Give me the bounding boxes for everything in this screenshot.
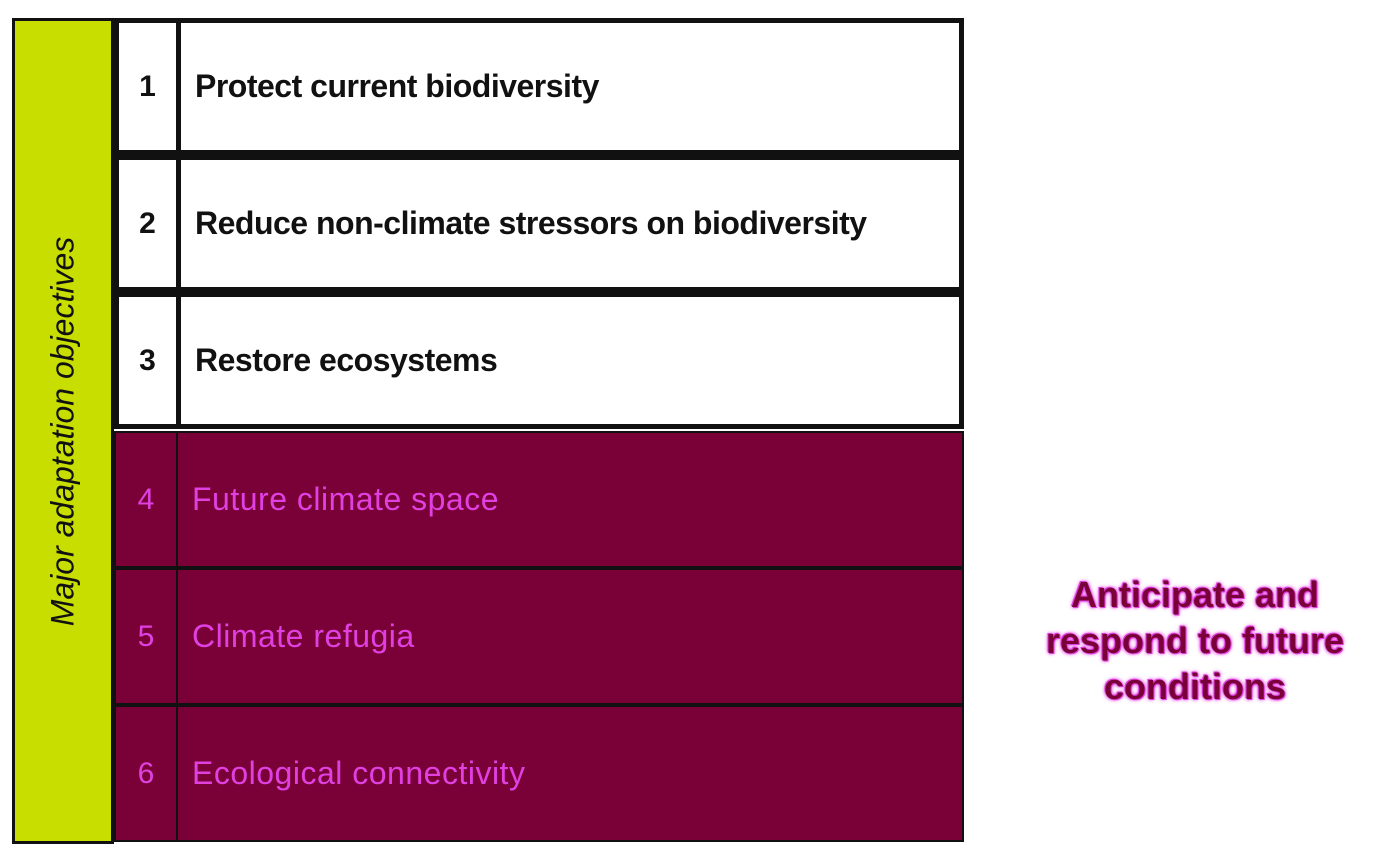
anticipate-callout: Anticipate and respond to future conditi… <box>1046 574 1344 707</box>
objectives-table: 1 Protect current biodiversity 2 Reduce … <box>114 18 964 844</box>
side-label: Major adaptation objectives <box>44 236 81 626</box>
objective-number: 5 <box>116 570 178 703</box>
objective-number: 3 <box>119 297 181 424</box>
objective-row-6: 6 Ecological connectivity <box>114 705 964 842</box>
objective-row-3: 3 Restore ecosystems <box>114 292 964 429</box>
objectives-side-bar: Major adaptation objectives <box>12 18 114 844</box>
objective-label: Ecological connectivity <box>192 755 526 791</box>
objective-number: 1 <box>119 23 181 150</box>
objective-number: 4 <box>116 433 178 566</box>
objective-label: Climate refugia <box>192 618 415 654</box>
objective-number: 2 <box>119 160 181 287</box>
objective-row-2: 2 Reduce non-climate stressors on biodiv… <box>114 155 964 292</box>
objective-label: Protect current biodiversity <box>195 68 599 104</box>
objective-label: Reduce non-climate stressors on biodiver… <box>195 205 867 241</box>
objective-row-5: 5 Climate refugia <box>114 568 964 705</box>
objective-row-1: 1 Protect current biodiversity <box>114 18 964 155</box>
objective-label: Future climate space <box>192 481 500 517</box>
objective-row-4: 4 Future climate space <box>114 431 964 568</box>
objective-number: 6 <box>116 707 178 840</box>
objective-label: Restore ecosystems <box>195 342 498 378</box>
